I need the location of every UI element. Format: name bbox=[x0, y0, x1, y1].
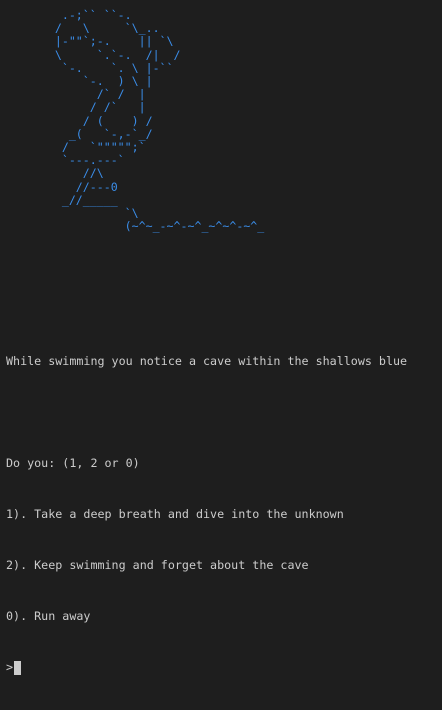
terminal-window[interactable]: .-;`` ``-. / \ `\_.. |-""`;-. || `\ \ `.… bbox=[0, 0, 442, 675]
ascii-art-line: |-""`;-. || `\ bbox=[6, 34, 174, 49]
text-cursor bbox=[14, 660, 22, 675]
choice-question: Do you: (1, 2 or 0) bbox=[6, 456, 140, 470]
ascii-art-line: / ( ) / bbox=[6, 113, 153, 128]
ascii-art-line: \ `.`-. /| / bbox=[6, 47, 181, 62]
option-0: 0). Run away bbox=[6, 609, 91, 623]
option-1: 1). Take a deep breath and dive into the… bbox=[6, 507, 344, 521]
ascii-art-line: (~^~_-~^-~^_~^~^-~^_ bbox=[6, 219, 265, 234]
prompt-symbol: > bbox=[6, 660, 14, 674]
input-prompt[interactable]: > bbox=[6, 659, 407, 676]
ascii-art-line: //\ bbox=[6, 166, 104, 181]
game-output: While swimming you notice a cave within … bbox=[6, 319, 407, 710]
narration-text: While swimming you notice a cave within … bbox=[6, 354, 408, 368]
ascii-art-diver: .-;`` ``-. / \ `\_.. |-""`;-. || `\ \ `.… bbox=[6, 8, 265, 234]
ascii-art-line: / /` | bbox=[6, 100, 146, 115]
option-2: 2). Keep swimming and forget about the c… bbox=[6, 558, 309, 572]
ascii-art-line: //---0 bbox=[6, 179, 118, 194]
